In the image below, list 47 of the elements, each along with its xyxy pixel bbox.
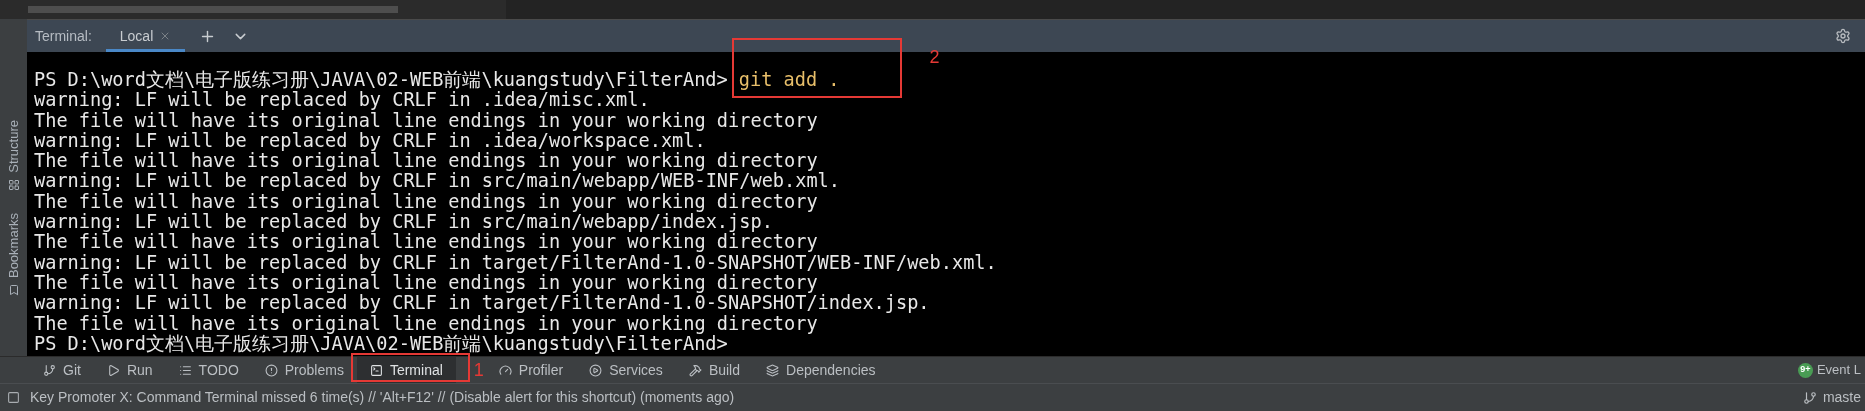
tool-window-button[interactable]: Services: [576, 357, 676, 383]
event-log-button[interactable]: 9+ Event L: [1797, 360, 1861, 380]
output-line: The file will have its original line endings in your working directory: [34, 151, 818, 172]
play-circle-icon: [589, 363, 603, 377]
output-line: The file will have its original line endings in your working directory: [34, 110, 819, 131]
alert-icon: [264, 363, 278, 377]
output-line: warning: LF will be replaced by CRLF in .idea/workspace.xml.: [34, 130, 707, 152]
bookmark-icon: [7, 284, 20, 296]
prompt-text: PS D:\word文档\电子版练习册\JAVA\02-WEB前端\kuangstudy\FilterAnd>: [34, 333, 728, 355]
prompt-text: PS D:\word文档\电子版练习册\JAVA\02-WEB前端\kuangstudy\FilterAnd>: [34, 70, 728, 91]
annotation-number: 2: [929, 48, 940, 66]
output-line: warning: LF will be replaced by CRLF in target/FilterAnd-1.0-SNAPSHOT/index.jsp.: [34, 293, 931, 314]
square-icon[interactable]: [7, 391, 20, 404]
notification-badge: 9+: [1797, 362, 1813, 378]
layers-icon: [766, 363, 779, 377]
output-line: The file will have its original line endings in your working directory: [34, 313, 818, 334]
output-line: The file will have its original line endings in your working directory: [34, 232, 819, 253]
gauge-icon: [498, 363, 512, 377]
tool-window-button[interactable]: Build: [675, 357, 753, 383]
tool-window-button[interactable]: Dependencies: [753, 357, 889, 383]
output-line: The file will have its original line endings in your working directory: [34, 272, 818, 294]
terminal-icon: [369, 363, 383, 377]
branch-button[interactable]: maste: [1802, 387, 1861, 408]
tool-window-button[interactable]: TODO: [165, 357, 252, 383]
output-line: warning: LF will be replaced by CRLF in .idea/misc.xml.: [34, 90, 650, 111]
output-line: warning: LF will be replaced by CRLF in src/main/webapp/index.jsp.: [34, 212, 773, 233]
hammer-icon: [688, 363, 702, 377]
annotation-number: 1: [473, 361, 484, 379]
side-tool-button[interactable]: Bookmarks: [3, 212, 24, 296]
branch-icon: [1802, 390, 1817, 405]
command-text: git add .: [738, 69, 840, 90]
side-tool-button[interactable]: Structure: [3, 120, 24, 191]
tool-window-button[interactable]: Terminal: [356, 357, 456, 383]
tool-window-button[interactable]: Git: [30, 357, 94, 383]
tool-window-button[interactable]: Problems: [251, 357, 357, 383]
play-icon: [106, 363, 120, 377]
branch-icon: [43, 363, 56, 377]
output-line: The file will have its original line endings in your working directory: [34, 191, 818, 213]
panel-title: Terminal:: [35, 26, 92, 46]
list-icon: [178, 363, 192, 377]
tool-window-button[interactable]: Profiler: [485, 357, 577, 383]
output-line: warning: LF will be replaced by CRLF in src/main/webapp/WEB-INF/web.xml.: [34, 171, 841, 192]
status-message: Key Promoter X: Command Terminal missed 6 time(s) // 'Alt+F12' // (Disable alert for this shortcut) (moments ago): [30, 388, 735, 407]
settings-icon[interactable]: [1835, 28, 1851, 44]
grid-icon: [7, 178, 20, 191]
output-line: warning: LF will be replaced by CRLF in target/FilterAnd-1.0-SNAPSHOT/WEB-INF/web.xml.: [34, 252, 998, 273]
tool-window-button[interactable]: Run: [93, 357, 166, 383]
